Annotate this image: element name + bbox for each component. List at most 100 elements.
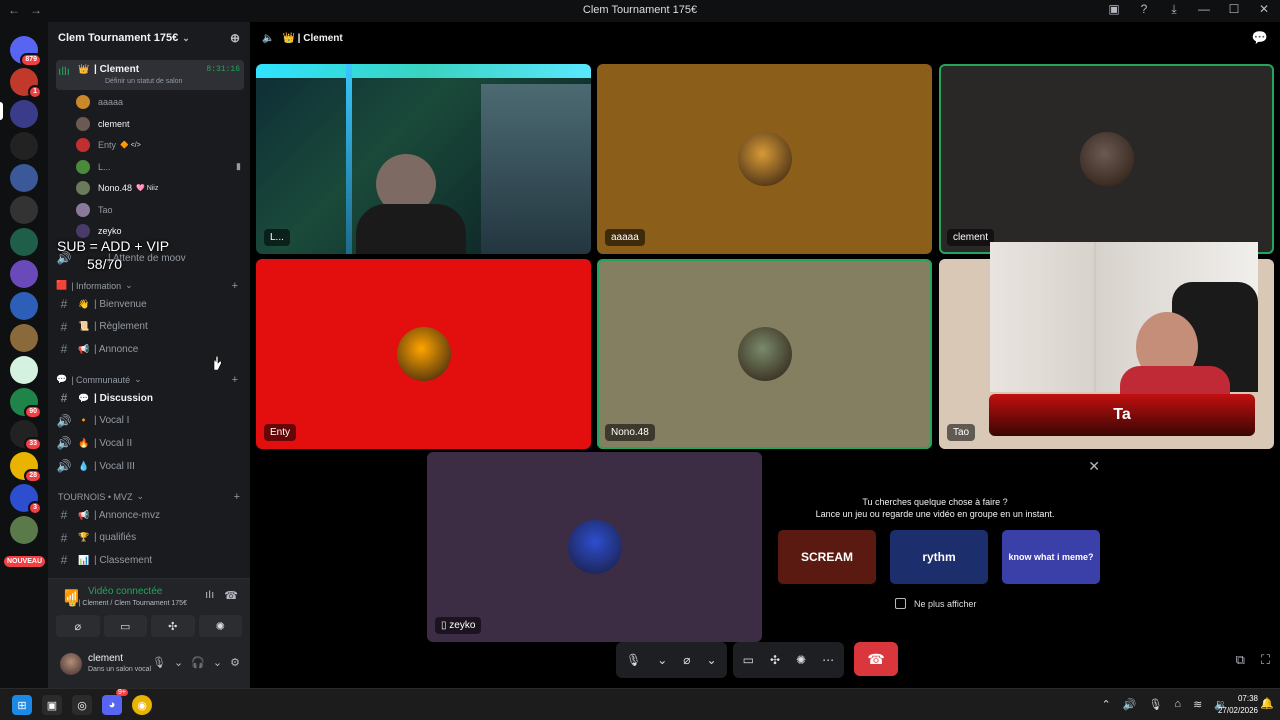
- server-icon-purple-server[interactable]: [10, 260, 38, 288]
- server-icon-yellow-server[interactable]: 28: [10, 452, 42, 483]
- screen-share-icon[interactable]: ▭: [743, 653, 754, 667]
- category-header[interactable]: 🟥 | Information ⌄ +: [56, 280, 244, 292]
- participant-tile[interactable]: Enty: [256, 259, 591, 449]
- chat-bubble-icon[interactable]: 💬: [1252, 30, 1268, 46]
- voice-user-row[interactable]: clement: [76, 114, 130, 134]
- app-icon[interactable]: ◎: [72, 695, 92, 715]
- server-icon-src-server[interactable]: [10, 292, 38, 320]
- popout-icon[interactable]: ⧉: [1236, 652, 1245, 668]
- text-channel[interactable]: # 👋 | Bienvenue: [56, 294, 244, 314]
- activity-card[interactable]: SCREAM: [778, 530, 876, 584]
- forward-arrow-icon[interactable]: →: [30, 3, 42, 17]
- server-icon-h-server[interactable]: 33: [10, 420, 42, 451]
- add-channel-icon[interactable]: +: [232, 280, 238, 292]
- server-icon-starea[interactable]: [10, 132, 38, 160]
- clock[interactable]: 07:38 27/02/2026: [1218, 693, 1258, 717]
- text-channel[interactable]: # 📜 | Règlement: [56, 317, 244, 337]
- speaker-icon[interactable]: 🔊: [1123, 698, 1137, 711]
- camera-off-button[interactable]: ⌀: [56, 615, 100, 637]
- voice-user-row[interactable]: Enty 🔶 </>: [76, 135, 141, 155]
- audio-options-chevron-icon[interactable]: ⌄: [213, 656, 222, 669]
- maximize-button[interactable]: ☐: [1226, 2, 1242, 17]
- voice-user-row[interactable]: L... ▮: [76, 157, 241, 177]
- server-icon-flag-server[interactable]: 3: [10, 484, 42, 515]
- server-icon-nature-server[interactable]: [10, 516, 38, 544]
- activity-card[interactable]: know what i meme?: [1002, 530, 1100, 584]
- server-icon-green-stripe-server[interactable]: 90: [10, 388, 42, 419]
- activities-icon[interactable]: ✣: [770, 653, 780, 667]
- text-channel[interactable]: # 📊 | Classement: [56, 550, 244, 570]
- guild-header[interactable]: Clem Tournament 175€ ⌄ ⊕: [48, 22, 250, 54]
- discord-taskbar-icon[interactable]: ◕ 9+: [102, 689, 128, 715]
- category-header[interactable]: TOURNOIS • MVZ ⌄ +: [58, 491, 246, 503]
- close-icon[interactable]: ✕: [1088, 458, 1100, 475]
- add-channel-icon[interactable]: +: [232, 374, 238, 386]
- settings-gear-icon[interactable]: ⚙: [230, 656, 240, 669]
- voice-channel[interactable]: 🔊 🔸 | Vocal I: [56, 411, 244, 431]
- server-icon-dark-server[interactable]: [10, 196, 38, 224]
- start-icon[interactable]: ⊞: [12, 695, 32, 715]
- mic-chevron-icon[interactable]: ⌄: [657, 653, 667, 667]
- add-member-icon[interactable]: ⊕: [230, 31, 240, 45]
- microphone-icon[interactable]: 🎙: [152, 656, 166, 669]
- server-icon-game-server[interactable]: [10, 164, 38, 192]
- notification-bell-icon[interactable]: 🔔: [1260, 697, 1274, 710]
- camera-off-icon[interactable]: ⌀: [683, 653, 690, 667]
- activities-button[interactable]: ✣: [151, 615, 195, 637]
- voice-channel-name: | Clement: [94, 64, 140, 75]
- close-window-button[interactable]: ✕: [1256, 2, 1272, 17]
- screen-share-button[interactable]: ▭: [103, 615, 147, 637]
- featured-tile[interactable]: ▯ zeyko: [427, 452, 762, 642]
- voice-channel[interactable]: 🔊 💧 | Vocal III: [56, 456, 244, 476]
- noise-suppression-icon[interactable]: ıIı: [205, 589, 214, 602]
- category-header[interactable]: 💬 | Communauté ⌄ +: [56, 374, 244, 386]
- text-channel[interactable]: # 💬 | Discussion: [56, 388, 244, 408]
- help-icon[interactable]: ?: [1136, 2, 1152, 17]
- activity-card[interactable]: rythm: [890, 530, 988, 584]
- text-channel[interactable]: # 📢 | Annonce-mvz: [56, 505, 244, 525]
- mic-tray-icon[interactable]: 🎙: [1148, 698, 1162, 711]
- channel-status-hint[interactable]: Définir un statut de salon: [105, 78, 182, 85]
- participant-tile[interactable]: aaaaa: [597, 64, 932, 254]
- headphones-icon[interactable]: 🎧: [191, 656, 205, 669]
- video-tile-l[interactable]: L...: [256, 64, 591, 254]
- checkbox-icon[interactable]: [895, 598, 906, 609]
- fullscreen-icon[interactable]: ⛶: [1261, 652, 1270, 668]
- chrome-icon[interactable]: ◉: [132, 695, 152, 715]
- camera-chevron-icon[interactable]: ⌄: [707, 653, 717, 667]
- participant-tile[interactable]: clement: [939, 64, 1274, 254]
- more-options-icon[interactable]: ⋯: [822, 653, 834, 667]
- mic-options-chevron-icon[interactable]: ⌄: [174, 656, 183, 669]
- microphone-icon[interactable]: 🎙: [626, 653, 641, 667]
- text-channel[interactable]: # 🏆 | qualifiés: [56, 528, 244, 548]
- add-channel-icon[interactable]: +: [234, 491, 240, 503]
- dont-show-checkbox[interactable]: Ne plus afficher: [895, 598, 976, 609]
- server-icon-discord-icon[interactable]: 879: [10, 36, 42, 67]
- voice-user-row[interactable]: aaaaa: [76, 92, 123, 112]
- tray-chevron-icon[interactable]: ⌃: [1102, 698, 1111, 711]
- participant-tile[interactable]: Nono.48: [597, 259, 932, 449]
- voice-channel-active[interactable]: ıllı 👑 | Clement 8:31:16 Définir un stat…: [56, 60, 244, 90]
- server-icon-red-server[interactable]: 1: [10, 68, 42, 99]
- voice-location[interactable]: 👑 | Clement / Clem Tournament 175€: [68, 599, 187, 607]
- user-avatar[interactable]: [60, 653, 82, 675]
- server-icon-folder-icon[interactable]: [10, 100, 38, 128]
- new-badge[interactable]: NOUVEAU: [4, 556, 46, 567]
- server-icon-green-server[interactable]: [10, 228, 38, 256]
- download-icon[interactable]: ⤓: [1166, 2, 1182, 17]
- voice-channel[interactable]: 🔊 🔥 | Vocal II: [56, 433, 244, 453]
- minimize-button[interactable]: —: [1196, 2, 1212, 17]
- server-icon-cup-server[interactable]: [10, 356, 38, 384]
- task-view-icon[interactable]: ▣: [42, 695, 62, 715]
- hang-up-button[interactable]: ☎: [854, 642, 899, 676]
- voice-user-row[interactable]: Nono.48 🩷 Niiz: [76, 178, 158, 198]
- soundboard-button[interactable]: ✺: [198, 615, 242, 637]
- voice-user-row[interactable]: Tao: [76, 200, 113, 220]
- server-icon-face-server[interactable]: [10, 324, 38, 352]
- inbox-icon[interactable]: ▣: [1106, 2, 1122, 17]
- disconnect-icon[interactable]: ☎: [224, 589, 238, 602]
- network-icon[interactable]: ⌂: [1174, 698, 1181, 711]
- wifi-icon[interactable]: ≋: [1193, 698, 1202, 711]
- soundboard-icon[interactable]: ✺: [796, 653, 806, 667]
- back-arrow-icon[interactable]: ←: [8, 3, 20, 17]
